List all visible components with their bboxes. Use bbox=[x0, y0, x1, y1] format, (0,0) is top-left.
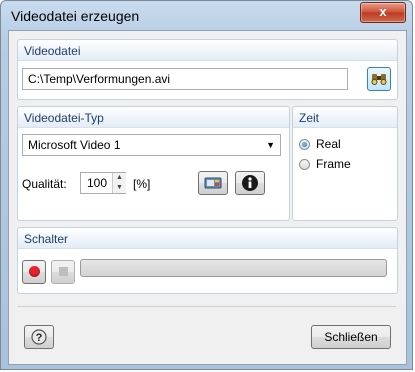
chevron-up-icon[interactable]: ▲ bbox=[113, 173, 126, 183]
title-bar[interactable]: Videodatei erzeugen x bbox=[1, 1, 412, 29]
close-button[interactable]: Schließen bbox=[311, 325, 391, 349]
help-icon: ? bbox=[31, 329, 47, 345]
videodatei-group-title: Videodatei bbox=[24, 44, 81, 58]
zeit-group-title: Zeit bbox=[299, 111, 320, 125]
chevron-down-icon[interactable]: ▼ bbox=[113, 183, 126, 193]
footer-divider bbox=[17, 306, 396, 307]
chevron-down-icon: ▼ bbox=[266, 140, 275, 150]
videodatei-group-header: Videodatei bbox=[18, 40, 397, 61]
info-icon bbox=[242, 175, 258, 191]
codec-settings-icon bbox=[204, 177, 222, 189]
quality-unit-label: [%] bbox=[133, 177, 151, 191]
window-title: Videodatei erzeugen bbox=[11, 8, 140, 24]
quality-label: Qualität: bbox=[22, 177, 67, 191]
close-window-button[interactable]: x bbox=[360, 2, 406, 23]
schalter-group-header: Schalter bbox=[18, 228, 397, 249]
record-icon bbox=[28, 266, 40, 277]
record-button[interactable] bbox=[22, 260, 46, 284]
codec-select[interactable]: Microsoft Video 1 ▼ bbox=[22, 134, 281, 156]
recording-progress-bar bbox=[80, 259, 387, 277]
codec-info-button[interactable] bbox=[235, 171, 265, 195]
codec-selected-value: Microsoft Video 1 bbox=[28, 138, 121, 152]
schalter-group-title: Schalter bbox=[24, 232, 69, 246]
schalter-group: Schalter bbox=[17, 227, 398, 294]
close-icon: x bbox=[379, 4, 387, 19]
close-button-label: Schließen bbox=[324, 330, 378, 344]
help-button[interactable]: ? bbox=[24, 325, 54, 349]
videodatei-typ-group-header: Videodatei-Typ bbox=[18, 107, 289, 128]
videodatei-typ-group: Videodatei-Typ Microsoft Video 1 ▼ Quali… bbox=[17, 106, 290, 221]
radio-label-real: Real bbox=[316, 137, 341, 151]
videodatei-group: Videodatei C:\Temp\Verformungen.avi bbox=[17, 39, 398, 100]
quality-value: 100 bbox=[86, 176, 107, 190]
stop-button[interactable] bbox=[51, 260, 75, 284]
quality-stepper[interactable]: ▲ ▼ bbox=[112, 173, 126, 193]
stop-icon bbox=[58, 267, 68, 276]
video-path-field[interactable]: C:\Temp\Verformungen.avi bbox=[22, 68, 348, 90]
radio-button-real[interactable] bbox=[299, 139, 310, 150]
dialog-client: Videodatei C:\Temp\Verformungen.avi Vide… bbox=[8, 30, 407, 365]
codec-settings-button[interactable] bbox=[198, 171, 228, 195]
zeit-group-header: Zeit bbox=[293, 107, 397, 128]
radio-button-frame[interactable] bbox=[299, 159, 310, 170]
browse-button[interactable] bbox=[367, 67, 391, 91]
zeit-group: Zeit Real Frame bbox=[292, 106, 398, 221]
svg-text:?: ? bbox=[36, 332, 43, 344]
dialog-window: Videodatei erzeugen x Videodatei C:\Temp… bbox=[0, 0, 413, 370]
radio-label-frame: Frame bbox=[316, 157, 351, 171]
binoculars-icon bbox=[371, 74, 387, 85]
videodatei-typ-group-title: Videodatei-Typ bbox=[24, 111, 104, 125]
